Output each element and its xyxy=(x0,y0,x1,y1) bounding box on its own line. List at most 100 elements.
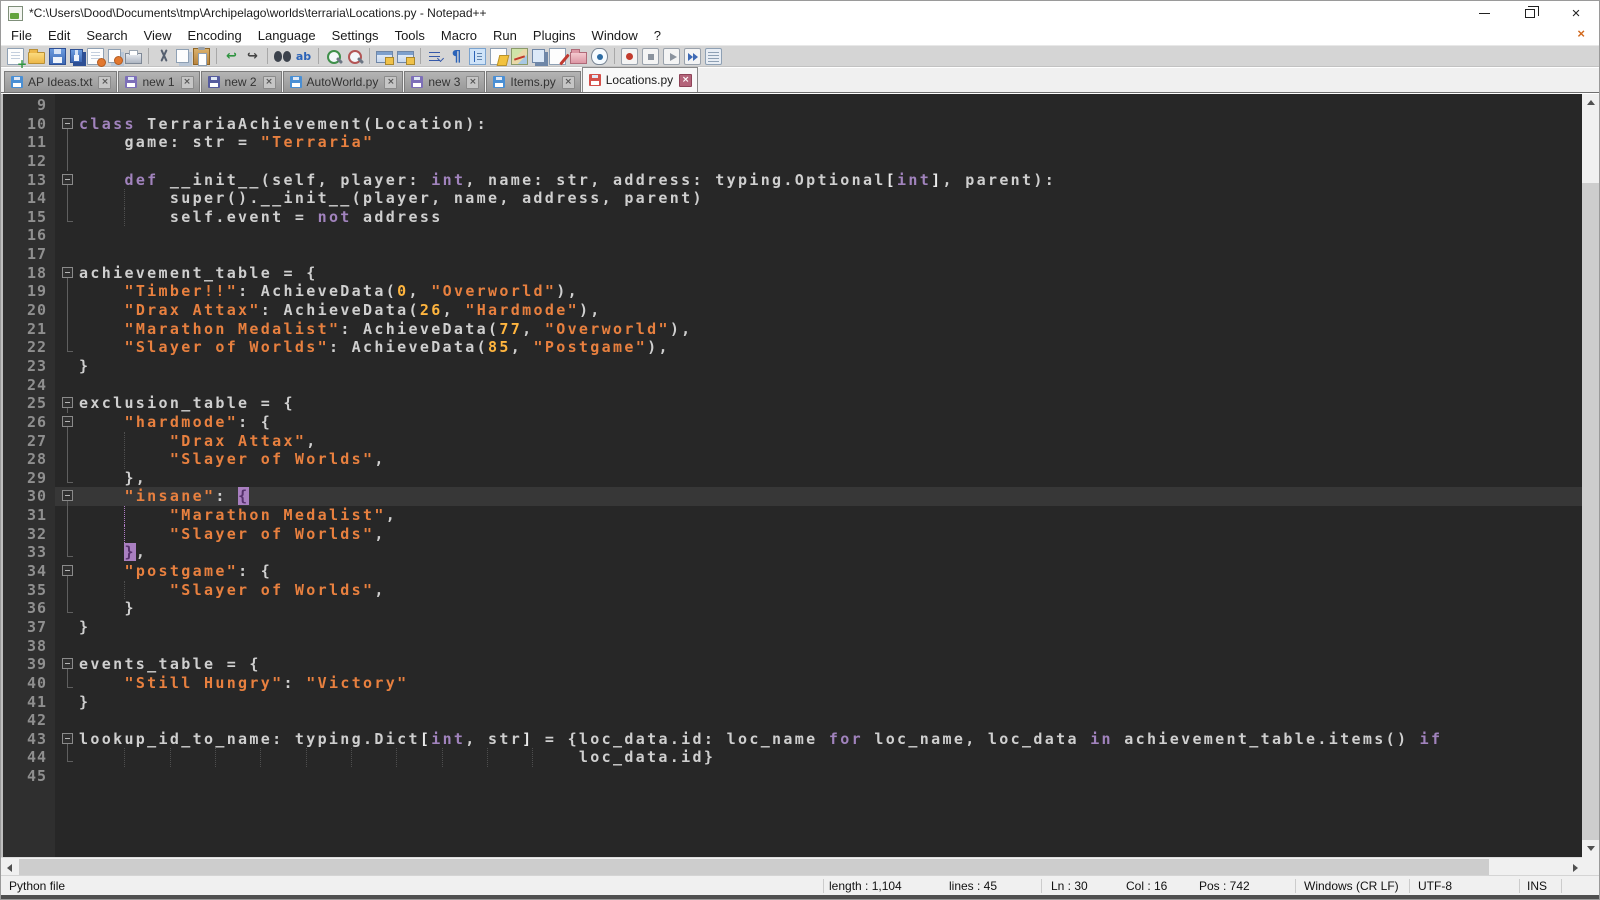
menu-item-macro[interactable]: Macro xyxy=(433,28,485,43)
menu-item-edit[interactable]: Edit xyxy=(40,28,78,43)
minimize-button[interactable] xyxy=(1461,1,1507,25)
close-all-icon[interactable] xyxy=(108,49,121,63)
replace-icon[interactable]: ab xyxy=(295,48,312,65)
fold-collapse-icon[interactable] xyxy=(62,397,73,408)
tab-label: new 3 xyxy=(428,75,460,89)
save-all-icon[interactable] xyxy=(70,49,83,63)
tab-new-2[interactable]: new 2× xyxy=(201,71,282,92)
fold-collapse-icon[interactable] xyxy=(62,733,73,744)
menu-item-file[interactable]: File xyxy=(3,28,40,43)
restore-button[interactable] xyxy=(1507,1,1553,25)
tab-locations-py[interactable]: Locations.py× xyxy=(582,67,698,92)
code-line-21: 21 "Marathon Medalist": AchieveData(77, … xyxy=(1,320,1584,339)
code-text: "Slayer of Worlds", xyxy=(79,581,386,600)
tab-ap-ideas-txt[interactable]: AP Ideas.txt× xyxy=(4,71,117,92)
scroll-left-arrow[interactable] xyxy=(1,859,18,876)
fold-collapse-icon[interactable] xyxy=(62,267,73,278)
code-editor[interactable]: 910class TerrariaAchievement(Location):1… xyxy=(1,94,1584,857)
sync-vertical-scroll-icon[interactable] xyxy=(376,51,393,63)
word-wrap-icon[interactable] xyxy=(427,48,444,65)
menu-item-settings[interactable]: Settings xyxy=(324,28,387,43)
scroll-up-arrow[interactable] xyxy=(1582,94,1599,111)
macro-save-icon[interactable] xyxy=(705,48,722,65)
code-line-10: 10class TerrariaAchievement(Location): xyxy=(1,115,1584,134)
find-icon[interactable] xyxy=(274,48,291,65)
fold-collapse-icon[interactable] xyxy=(62,565,73,576)
macro-record-icon[interactable] xyxy=(621,48,638,65)
menu-item-language[interactable]: Language xyxy=(250,28,324,43)
fold-collapse-icon[interactable] xyxy=(62,658,73,669)
document-list-icon[interactable] xyxy=(532,49,545,63)
line-number: 36 xyxy=(1,599,47,618)
folder-as-workspace-icon[interactable] xyxy=(570,52,587,64)
menu-item-?[interactable]: ? xyxy=(646,28,669,43)
zoom-in-icon[interactable] xyxy=(325,48,342,65)
tab-close-icon[interactable]: × xyxy=(466,76,479,89)
fold-collapse-icon[interactable] xyxy=(62,118,73,129)
view-monitoring-icon[interactable] xyxy=(591,48,608,65)
show-indent-guide-icon[interactable] xyxy=(469,48,486,65)
macro-play-icon[interactable] xyxy=(663,48,680,65)
close-document-x-icon[interactable]: × xyxy=(1577,26,1585,41)
horizontal-scrollbar-thumb[interactable] xyxy=(19,859,1489,875)
show-all-characters-icon[interactable]: ¶ xyxy=(448,48,465,65)
document-map-icon[interactable] xyxy=(511,48,528,65)
tab-new-3[interactable]: new 3 × xyxy=(404,71,485,92)
scroll-down-arrow[interactable] xyxy=(1582,840,1599,857)
menu-item-window[interactable]: Window xyxy=(584,28,646,43)
paste-icon[interactable] xyxy=(193,48,210,65)
horizontal-scrollbar[interactable] xyxy=(1,857,1584,875)
tab-autoworld-py[interactable]: AutoWorld.py× xyxy=(283,71,404,92)
fold-collapse-icon[interactable] xyxy=(62,490,73,501)
tab-new-1[interactable]: new 1× xyxy=(118,71,199,92)
tab-close-icon[interactable]: × xyxy=(98,76,111,89)
status-eol-format[interactable]: Windows (CR LF) xyxy=(1304,879,1399,893)
tab-close-icon[interactable]: × xyxy=(679,74,692,87)
code-line-19: 19 "Timber!!": AchieveData(0, "Overworld… xyxy=(1,282,1584,301)
open-file-icon[interactable] xyxy=(28,52,45,64)
tab-close-icon[interactable]: × xyxy=(384,76,397,89)
menu-item-tools[interactable]: Tools xyxy=(387,28,433,43)
copy-icon[interactable] xyxy=(176,49,189,63)
macro-stop-icon[interactable] xyxy=(642,48,659,65)
tab-close-icon[interactable]: × xyxy=(181,76,194,89)
code-line-28: 28 "Slayer of Worlds", xyxy=(1,450,1584,469)
redo-icon[interactable]: ↪ xyxy=(244,48,261,65)
print-icon[interactable] xyxy=(125,53,142,64)
menu-item-run[interactable]: Run xyxy=(485,28,525,43)
menu-item-encoding[interactable]: Encoding xyxy=(180,28,250,43)
fold-collapse-icon[interactable] xyxy=(62,416,73,427)
macro-run-multiple-icon[interactable] xyxy=(684,48,701,65)
document-monitor-icon[interactable] xyxy=(549,48,566,65)
line-number: 37 xyxy=(1,618,47,637)
undo-icon[interactable]: ↩ xyxy=(223,48,240,65)
code-text: def __init__(self, player: int, name: st… xyxy=(79,171,1056,190)
line-number: 26 xyxy=(1,413,47,432)
tab-close-icon[interactable]: × xyxy=(263,76,276,89)
save-file-icon[interactable] xyxy=(49,48,66,65)
line-number: 27 xyxy=(1,432,47,451)
menu-item-plugins[interactable]: Plugins xyxy=(525,28,584,43)
cut-icon[interactable] xyxy=(155,48,172,65)
zoom-out-icon[interactable] xyxy=(346,48,363,65)
status-insert-mode[interactable]: INS xyxy=(1527,879,1547,893)
status-lines: lines : 45 xyxy=(949,879,997,893)
vertical-scrollbar[interactable] xyxy=(1582,94,1599,857)
new-file-icon[interactable] xyxy=(7,48,24,65)
fold-collapse-icon[interactable] xyxy=(62,174,73,185)
tab-bar: AP Ideas.txt×new 1×new 2×AutoWorld.py×ne… xyxy=(1,68,1599,93)
tab-close-icon[interactable]: × xyxy=(562,76,575,89)
code-text: "Marathon Medalist": AchieveData(77, "Ov… xyxy=(79,320,693,339)
line-number: 15 xyxy=(1,208,47,227)
menu-item-view[interactable]: View xyxy=(136,28,180,43)
close-file-icon[interactable] xyxy=(87,48,104,65)
sync-horizontal-scroll-icon[interactable] xyxy=(397,51,414,63)
tab-items-py[interactable]: Items.py× xyxy=(486,71,580,92)
toolbar: ↩↪ ab ¶ xyxy=(1,45,1599,67)
close-button[interactable]: × xyxy=(1553,1,1599,25)
status-encoding[interactable]: UTF-8 xyxy=(1418,879,1452,893)
menu-item-search[interactable]: Search xyxy=(78,28,135,43)
vertical-scrollbar-thumb[interactable] xyxy=(1582,183,1599,840)
function-list-icon[interactable] xyxy=(490,48,507,65)
toolbar-separator xyxy=(369,48,370,64)
